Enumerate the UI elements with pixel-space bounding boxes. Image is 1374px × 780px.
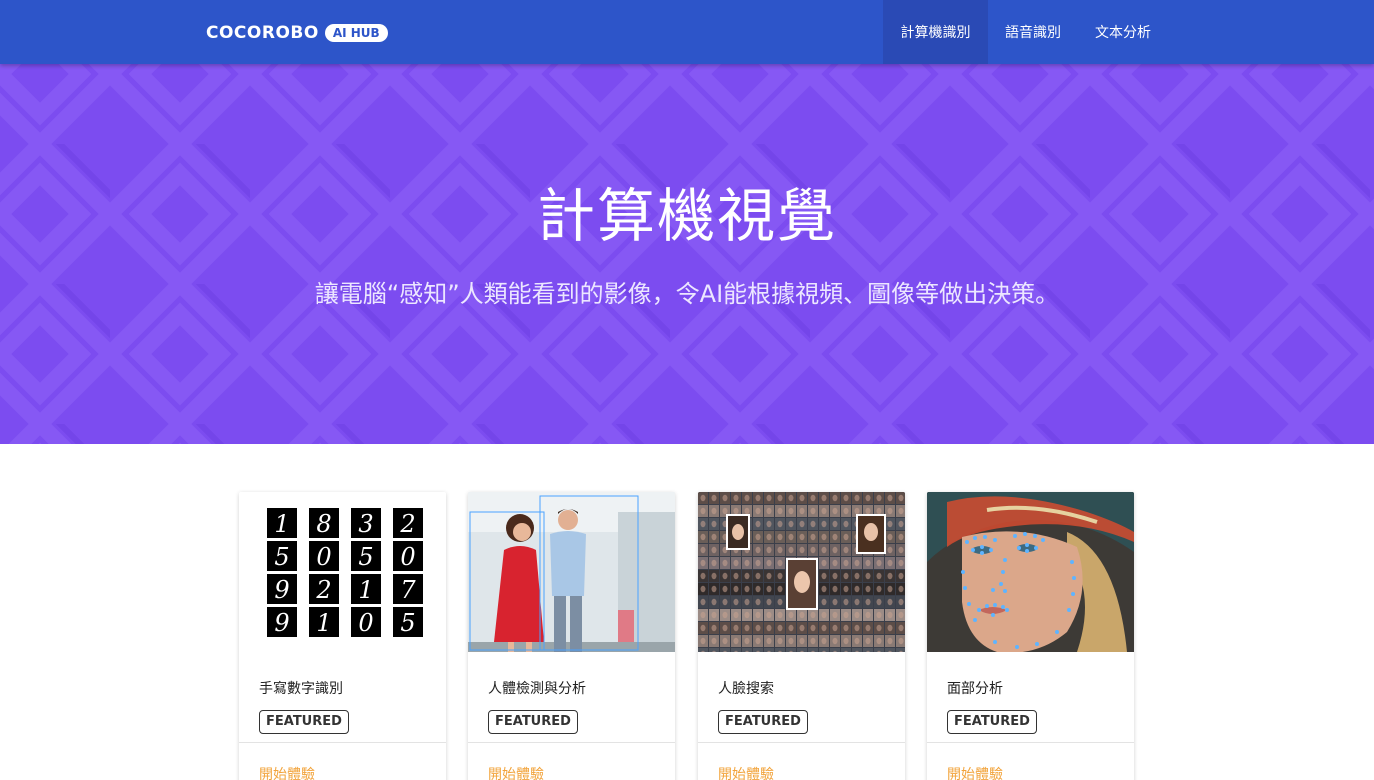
hero-background-pattern — [0, 64, 1374, 444]
brand-logo[interactable]: COCOROBO AI HUB — [206, 22, 388, 44]
card-divider — [239, 742, 446, 743]
start-experience-link[interactable]: 開始體驗 — [947, 764, 1003, 780]
facial-analysis-image — [927, 492, 1134, 652]
digit-label: 0 — [358, 609, 373, 637]
digit-label: 5 — [358, 543, 373, 571]
card-title: 面部分析 — [947, 681, 1003, 697]
featured-badge: FEATURED — [947, 710, 1037, 734]
digit-label: 1 — [358, 576, 373, 604]
nav-item-speech-recognition[interactable]: 語音識別 — [988, 0, 1078, 64]
face-search-image — [698, 492, 905, 652]
start-experience-link[interactable]: 開始體驗 — [718, 764, 774, 780]
digit-label: 2 — [399, 510, 415, 538]
card-body-detection[interactable]: 人體檢測與分析 FEATURED 開始體驗 — [468, 492, 675, 780]
body-detection-image — [468, 492, 675, 652]
hero-subtitle: 讓電腦“感知”人類能看到的影像，令AI能根據視頻、圖像等做出決策。 — [314, 280, 1060, 308]
featured-badge: FEATURED — [718, 710, 808, 734]
digit-label: 9 — [274, 576, 289, 604]
digit-label: 0 — [316, 543, 331, 571]
nav-item-computer-recognition[interactable]: 計算機識別 — [883, 0, 988, 64]
digit-label: 7 — [400, 576, 416, 604]
top-navbar: COCOROBO AI HUB 計算機識別 語音識別 文本分析 — [0, 0, 1374, 64]
featured-badge: FEATURED — [259, 710, 349, 734]
digit-label: 8 — [316, 510, 331, 538]
card-title: 人體檢測與分析 — [488, 681, 586, 697]
featured-badge: FEATURED — [488, 710, 578, 734]
digit-label: 3 — [358, 510, 373, 538]
card-face-search[interactable]: 人臉搜索 FEATURED 開始體驗 — [698, 492, 905, 780]
digit-label: 0 — [400, 543, 415, 571]
card-divider — [927, 742, 1134, 743]
nav-item-text-analysis[interactable]: 文本分析 — [1078, 0, 1168, 64]
card-divider — [468, 742, 675, 743]
mnist-digits-image: 1832505092179105 — [239, 492, 446, 652]
digit-label: 5 — [400, 609, 415, 637]
digit-label: 2 — [315, 576, 331, 604]
digit-label: 1 — [274, 510, 289, 538]
start-experience-link[interactable]: 開始體驗 — [259, 764, 315, 780]
brand-name: COCOROBO — [206, 23, 319, 43]
digit-label: 5 — [274, 543, 289, 571]
card-facial-analysis[interactable]: 面部分析 FEATURED 開始體驗 — [927, 492, 1134, 780]
brand-badge: AI HUB — [324, 24, 388, 42]
start-experience-link[interactable]: 開始體驗 — [488, 764, 544, 780]
card-title: 手寫數字識別 — [259, 681, 343, 697]
hero-title: 計算機視覺 — [536, 182, 837, 250]
digit-label: 1 — [316, 609, 331, 637]
card-title: 人臉搜索 — [718, 681, 774, 697]
digit-label: 9 — [274, 609, 289, 637]
nav-menu: 計算機識別 語音識別 文本分析 — [883, 0, 1168, 64]
card-divider — [698, 742, 905, 743]
card-handwritten-digits[interactable]: 1832505092179105 手寫數字識別 FEATURED 開始體驗 — [239, 492, 446, 780]
hero-banner: 計算機視覺 讓電腦“感知”人類能看到的影像，令AI能根據視頻、圖像等做出決策。 — [0, 64, 1374, 444]
